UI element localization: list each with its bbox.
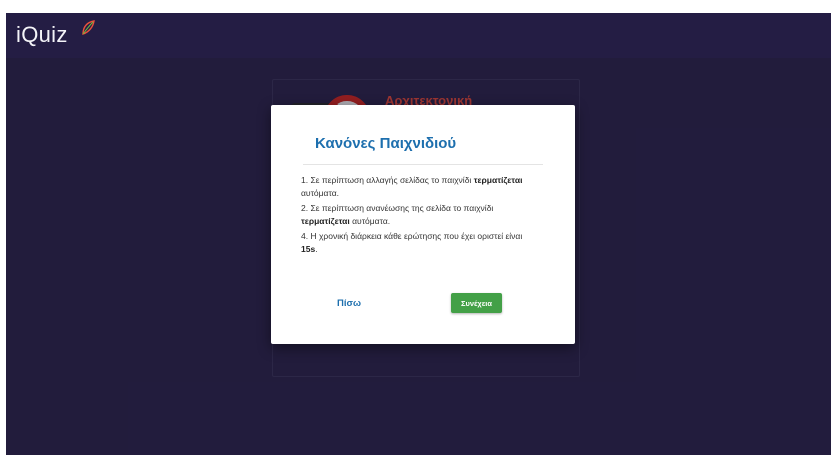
- rule-text: 4. Η χρονική διάρκεια κάθε ερώτησης που …: [301, 231, 523, 241]
- rule-item: 1. Σε περίπτωση αλλαγής σελίδας το παιχν…: [301, 174, 541, 199]
- modal-title: Κανόνες Παιχνιδιού: [315, 135, 457, 152]
- rule-emphasis: τερματίζεται: [473, 175, 523, 185]
- continue-button[interactable]: Συνέχεια: [451, 293, 502, 313]
- app-logo[interactable]: iQuiz: [16, 22, 68, 48]
- back-button[interactable]: Πίσω: [337, 298, 361, 309]
- rule-emphasis: 15s: [301, 243, 316, 254]
- rule-text: 1. Σε περίπτωση αλλαγής σελίδας το παιχν…: [301, 175, 474, 185]
- rule-item: 4. Η χρονική διάρκεια κάθε ερώτησης που …: [301, 230, 541, 255]
- leaf-icon: [82, 20, 95, 35]
- rules-modal: Κανόνες Παιχνιδιού 1. Σε περίπτωση αλλαγ…: [271, 105, 575, 344]
- rule-text: 2. Σε περίπτωση ανανέωσης της σελίδα το …: [301, 203, 494, 213]
- rule-item: 2. Σε περίπτωση ανανέωσης της σελίδα το …: [301, 202, 541, 227]
- rules-list: 1. Σε περίπτωση αλλαγής σελίδας το παιχν…: [301, 174, 541, 258]
- top-bar: iQuiz: [6, 13, 831, 58]
- modal-divider: [303, 164, 543, 165]
- rule-text: αυτόματα.: [349, 215, 391, 226]
- rule-emphasis: τερματίζεται: [301, 215, 350, 226]
- rule-text: .: [315, 243, 318, 254]
- rule-text: αυτόματα.: [301, 187, 339, 198]
